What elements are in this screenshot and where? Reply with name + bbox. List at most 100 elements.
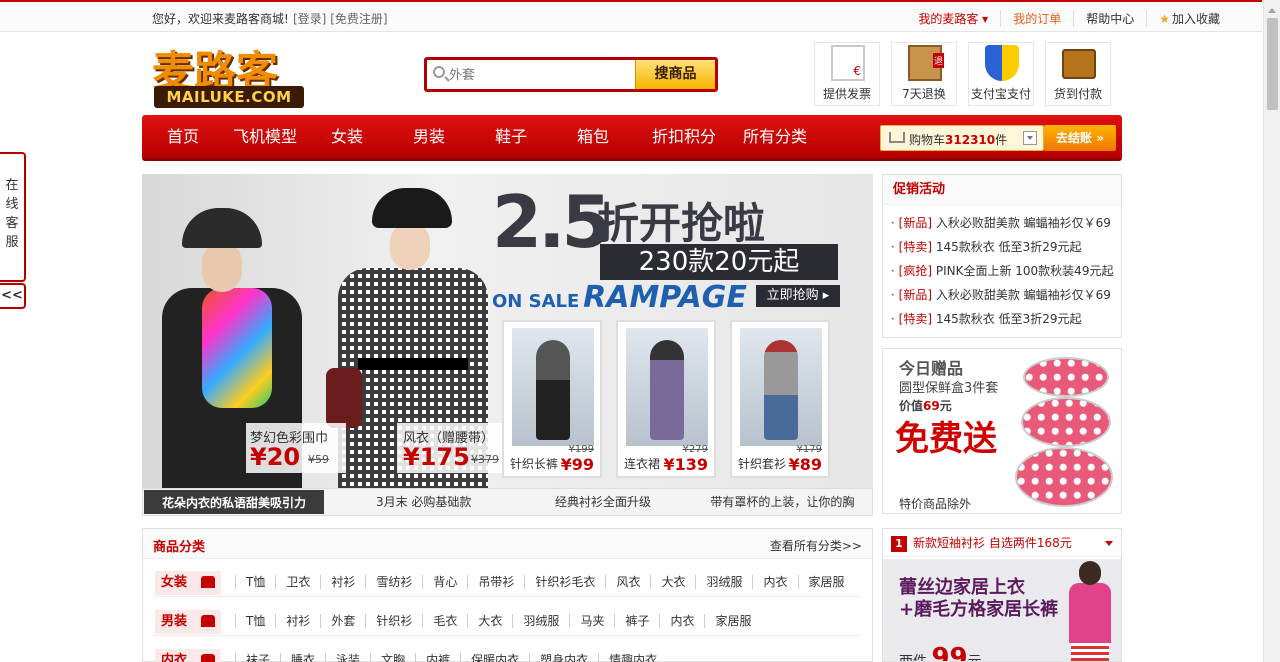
scroll-up-arrow-icon[interactable] xyxy=(1268,4,1276,13)
chevron-down-icon[interactable] xyxy=(1023,131,1037,145)
category-label[interactable]: 男装 xyxy=(155,610,221,634)
online-service-tab[interactable]: 在线客服 xyxy=(0,152,26,282)
my-account-menu[interactable]: 我的麦路客 ▾ xyxy=(906,10,1000,27)
login-link[interactable]: [登录] xyxy=(293,12,326,26)
help-center-link[interactable]: 帮助中心 xyxy=(1073,10,1146,27)
category-link[interactable]: T恤 xyxy=(235,575,275,589)
category-link[interactable]: 大衣 xyxy=(650,575,695,589)
category-link[interactable]: 羽绒服 xyxy=(695,575,752,589)
checkout-button[interactable]: 去结账 » xyxy=(1044,125,1116,151)
category-link[interactable]: 泳装 xyxy=(325,653,370,662)
grab-now-button[interactable]: 立即抢购 ▸ xyxy=(756,285,840,307)
register-link[interactable]: [免费注册] xyxy=(330,12,387,26)
category-link[interactable]: 毛衣 xyxy=(422,614,467,628)
category-link[interactable]: 背心 xyxy=(422,575,467,589)
service-alipay[interactable]: 支付宝支付 xyxy=(968,42,1034,106)
service-return[interactable]: 7天退换 xyxy=(891,42,957,106)
collapse-button[interactable]: << xyxy=(0,283,26,309)
view-all-categories-link[interactable]: 查看所有分类>> xyxy=(770,537,862,554)
nav-item-bags[interactable]: 箱包 xyxy=(552,115,634,158)
category-link[interactable]: 情趣内衣 xyxy=(598,653,667,662)
gift-note: 特价商品除外 xyxy=(899,497,972,511)
category-link[interactable]: 雪纺衫 xyxy=(365,575,422,589)
category-link[interactable]: 内衣 xyxy=(752,575,797,589)
category-row-men: 男装 T恤 衬衫 外套 针织衫 毛衣 大衣 羽绒服 马夹 裤子 内衣 家居服 xyxy=(155,610,861,636)
banner-tab[interactable]: 带有罩杯的上装，让你的胸 xyxy=(693,489,872,515)
site-logo[interactable]: 麦路客 MAILUKE.COM xyxy=(152,38,304,110)
category-link[interactable]: 吊带衫 xyxy=(467,575,524,589)
category-link[interactable]: 文胸 xyxy=(370,653,415,662)
cart-summary[interactable]: 购物车312310件 xyxy=(880,125,1044,151)
category-link[interactable]: 家居服 xyxy=(797,575,855,589)
vertical-scrollbar[interactable] xyxy=(1263,0,1280,662)
cart-icon xyxy=(889,132,905,143)
ranking-ad[interactable]: 1 新款短袖衬衫 自选两件168元 蕾丝边家居上衣 +磨毛方格家居长裤 两件 99… xyxy=(882,528,1122,662)
nav-item-home[interactable]: 首页 xyxy=(142,115,224,158)
category-link[interactable]: T恤 xyxy=(235,614,275,628)
banner-tab[interactable]: 花朵内衣的私语甜美吸引力 xyxy=(144,490,324,514)
price-tag-scarf[interactable]: 梦幻色彩围巾 ¥20 ¥59 xyxy=(246,423,346,473)
banner-tab[interactable]: 3月末 必购基础款 xyxy=(334,489,513,515)
service-cod[interactable]: 货到付款 xyxy=(1045,42,1111,106)
nav-item-men[interactable]: 男装 xyxy=(388,115,470,158)
banner-product[interactable]: ¥279 连衣裙 ¥139 xyxy=(616,320,716,478)
promo-item[interactable]: · [特卖] 145款秋衣 低至3折29元起 xyxy=(891,235,1121,259)
service-invoice[interactable]: 提供发票 xyxy=(814,42,880,106)
logo-en: MAILUKE.COM xyxy=(154,86,304,108)
banner-product[interactable]: ¥179 针织套衫 ¥89 xyxy=(730,320,830,478)
banner-product[interactable]: ¥199 针织长裤 ¥99 xyxy=(502,320,602,478)
promo-item[interactable]: · [疯抢] PINK全面上新 100款秋装49元起 xyxy=(891,259,1121,283)
promo-item[interactable]: · [特卖] 145款秋衣 低至3折29元起 xyxy=(891,307,1121,331)
category-link[interactable]: 大衣 xyxy=(467,614,512,628)
hero-banner[interactable]: 梦幻色彩围巾 ¥20 ¥59 风衣（赠腰带） ¥175 ¥379 2.5 折开抢… xyxy=(142,174,873,488)
promo-item[interactable]: · [新品] 入秋必败甜美款 蝙蝠袖衫仅￥69 xyxy=(891,211,1121,235)
scrollbar-thumb[interactable] xyxy=(1267,18,1278,110)
promo-text: 145款秋衣 低至3折29元起 xyxy=(935,240,1082,254)
category-label[interactable]: 内衣 xyxy=(155,649,221,662)
category-link[interactable]: 衬衫 xyxy=(275,614,320,628)
daily-gift-box[interactable]: 今日赠品 圆型保鲜盒3件套 价值69元 免费送 特价商品除外 xyxy=(882,348,1122,514)
nav-item-aircraft[interactable]: 飞机模型 xyxy=(224,115,306,158)
shield-icon xyxy=(985,45,1019,81)
category-link[interactable]: 裤子 xyxy=(614,614,659,628)
nav-item-women[interactable]: 女装 xyxy=(306,115,388,158)
nav-item-all[interactable]: 所有分类 xyxy=(734,115,816,158)
banner-tab[interactable]: 经典衬衫全面升级 xyxy=(513,489,692,515)
category-link[interactable]: 羽绒服 xyxy=(512,614,569,628)
rampage-label: RAMPAGE xyxy=(583,280,747,315)
category-link[interactable]: 针织衫毛衣 xyxy=(524,575,605,589)
ad-header[interactable]: 1 新款短袖衬衫 自选两件168元 xyxy=(883,529,1121,557)
category-link[interactable]: 保暖内衣 xyxy=(460,653,529,662)
nav-item-shoes[interactable]: 鞋子 xyxy=(470,115,552,158)
category-link[interactable]: 袜子 xyxy=(235,653,280,662)
my-account-label: 我的麦路客 xyxy=(918,12,979,26)
category-link[interactable]: 衬衫 xyxy=(320,575,365,589)
category-link[interactable]: 马夹 xyxy=(569,614,614,628)
chevron-down-icon xyxy=(1105,541,1113,550)
promo-item[interactable]: · [新品] 入秋必败甜美款 蝙蝠袖衫仅￥69 xyxy=(891,283,1121,307)
category-link[interactable]: 内衣 xyxy=(659,614,704,628)
ad-body: 蕾丝边家居上衣 +磨毛方格家居长裤 两件 99元 xyxy=(883,559,1121,661)
price-tag-coat[interactable]: 风衣（赠腰带） ¥175 ¥379 xyxy=(397,423,507,473)
category-label[interactable]: 女装 xyxy=(155,571,221,595)
category-link[interactable]: 家居服 xyxy=(704,614,761,628)
category-link[interactable]: 睡衣 xyxy=(280,653,325,662)
headline-sub: 230款20元起 xyxy=(600,244,838,280)
category-link[interactable]: 风衣 xyxy=(605,575,650,589)
banner-tabs: 花朵内衣的私语甜美吸引力 3月末 必购基础款 经典衬衫全面升级 带有罩杯的上装，… xyxy=(142,488,873,516)
category-link[interactable]: 卫衣 xyxy=(275,575,320,589)
nav-item-points[interactable]: 折扣积分 xyxy=(634,115,734,158)
category-link[interactable]: 外套 xyxy=(320,614,365,628)
product-old-price: ¥199 xyxy=(568,444,594,455)
product-old-price: ¥59 xyxy=(308,453,329,466)
search-button[interactable]: 搜商品 xyxy=(635,60,715,89)
category-link[interactable]: 塑身内衣 xyxy=(529,653,598,662)
search-input[interactable] xyxy=(449,63,635,87)
category-link[interactable]: 内裤 xyxy=(415,653,460,662)
promo-text: 入秋必败甜美款 蝙蝠袖衫仅￥69 xyxy=(935,216,1111,230)
add-favorite-link[interactable]: ★ 加入收藏 xyxy=(1146,10,1232,27)
my-orders-link[interactable]: 我的订单 xyxy=(1000,10,1073,27)
category-link[interactable]: 针织衫 xyxy=(365,614,422,628)
promo-tag: [特卖] xyxy=(898,312,933,326)
container-image xyxy=(1021,397,1111,447)
